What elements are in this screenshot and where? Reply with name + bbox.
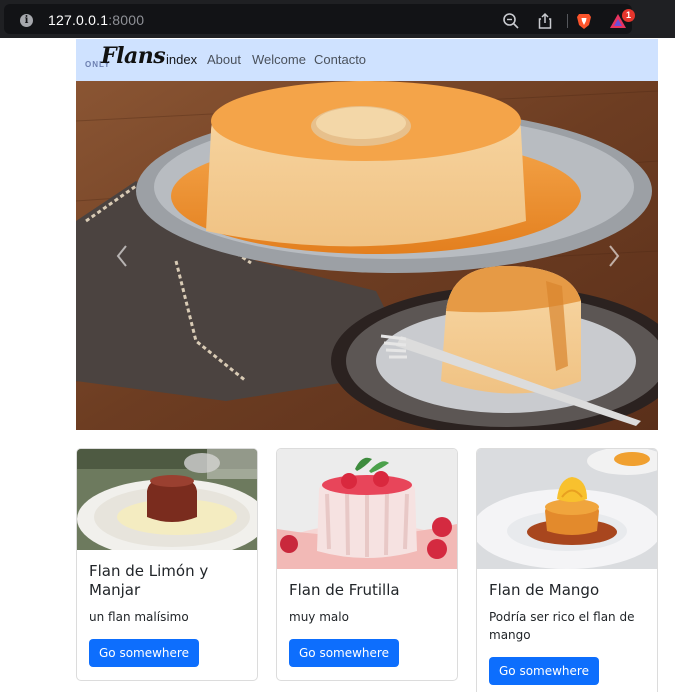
url-port: :8000 (108, 12, 145, 28)
browser-toolbar: i 127.0.0.1:8000 1 (0, 0, 675, 38)
chevron-left-icon[interactable] (112, 241, 132, 271)
chevron-right-icon[interactable] (604, 241, 624, 271)
card-text: muy malo (289, 610, 349, 624)
go-somewhere-button[interactable]: Go somewhere (489, 657, 599, 685)
navbar: ONLY Flans index About Welcome Contacto (76, 39, 658, 81)
notification-badge: 1 (622, 9, 635, 22)
zoom-icon[interactable] (502, 12, 520, 30)
card-title: Flan de Limón y Manjar (89, 562, 209, 599)
brave-shield-icon[interactable] (575, 12, 593, 30)
nav-link-about[interactable]: About (207, 52, 241, 67)
card-title: Flan de Frutilla (289, 581, 400, 599)
card-title: Flan de Mango (489, 581, 600, 599)
go-somewhere-button[interactable]: Go somewhere (289, 639, 399, 667)
card-image (477, 449, 657, 569)
nav-link-welcome[interactable]: Welcome (252, 52, 306, 67)
url-text[interactable]: 127.0.0.1:8000 (48, 12, 144, 28)
card-image (77, 449, 257, 550)
nav-link-index[interactable]: index (166, 52, 197, 67)
card-body: Flan de Frutilla muy malo Go somewhere (277, 569, 457, 680)
url-host: 127.0.0.1 (48, 12, 109, 28)
card-flan-frutilla: Flan de Frutilla muy malo Go somewhere (276, 448, 458, 681)
card-body: Flan de Mango Podría ser rico el flan de… (477, 569, 657, 692)
card-flan-mango: Flan de Mango Podría ser rico el flan de… (476, 448, 658, 692)
card-image (277, 449, 457, 569)
card-text: Podría ser rico el flan de mango (489, 610, 635, 642)
go-somewhere-button[interactable]: Go somewhere (89, 639, 199, 667)
nav-link-contacto[interactable]: Contacto (314, 52, 366, 67)
hero-carousel (76, 81, 658, 430)
carousel-image (76, 81, 658, 430)
card-text: un flan malísimo (89, 610, 189, 624)
toolbar-separator (567, 14, 568, 28)
brand-script-text: Flans (101, 43, 166, 69)
brand-logo[interactable]: ONLY Flans (85, 43, 166, 73)
card-body: Flan de Limón y Manjar un flan malísimo … (77, 550, 257, 680)
share-icon[interactable] (536, 12, 554, 30)
address-bar[interactable]: i 127.0.0.1:8000 1 (4, 4, 635, 34)
card-flan-limon: Flan de Limón y Manjar un flan malísimo … (76, 448, 258, 681)
info-icon[interactable]: i (20, 14, 33, 27)
